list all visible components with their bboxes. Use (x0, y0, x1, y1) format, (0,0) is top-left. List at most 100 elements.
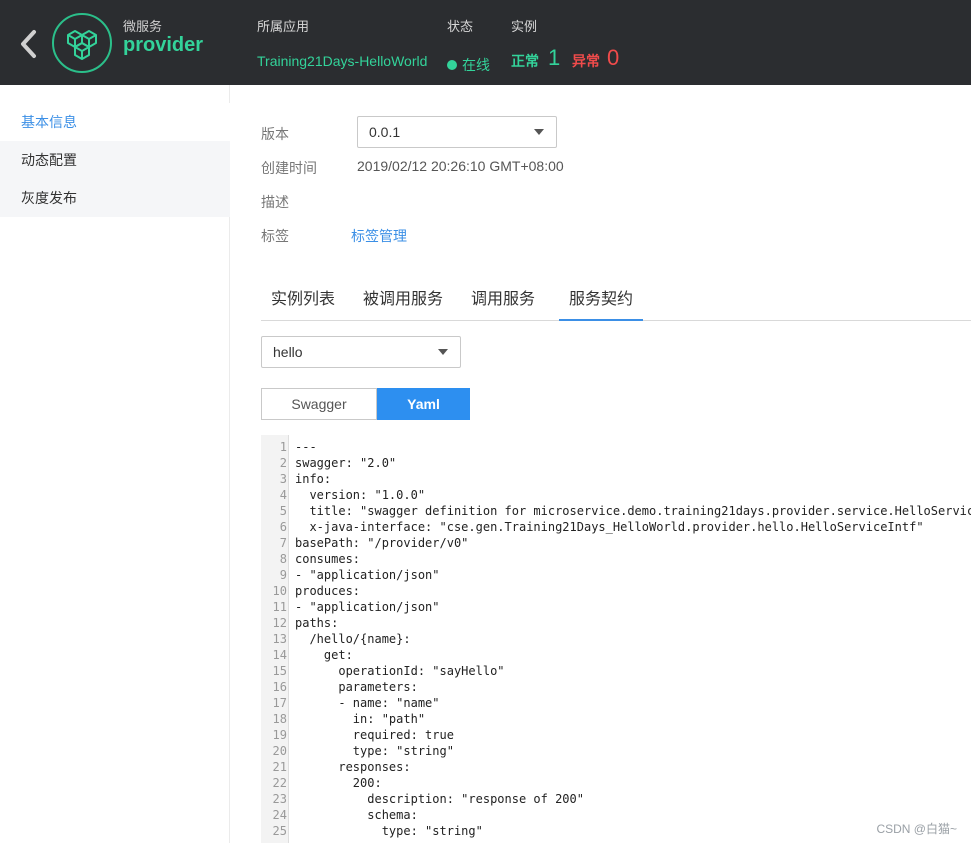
line-number: 16 (272, 680, 287, 694)
code-line: 1 --- (261, 439, 971, 455)
code-text: swagger: "2.0" (295, 456, 397, 470)
line-number: 21 (272, 760, 287, 774)
line-number: 13 (272, 632, 287, 646)
detail-tabs: 实例列表 被调用服务 调用服务 服务契约 (261, 285, 971, 321)
line-number: 18 (272, 712, 287, 726)
code-text: in: "path" (295, 712, 426, 726)
tab-calling-services[interactable]: 调用服务 (461, 285, 545, 321)
code-text: title: "swagger definition for microserv… (295, 504, 971, 518)
code-text: get: (295, 648, 353, 662)
normal-count: 1 (548, 45, 561, 70)
service-name: provider (123, 34, 204, 56)
line-number: 7 (279, 536, 287, 550)
app-label: 所属应用 (257, 19, 310, 34)
code-text: schema: (295, 808, 418, 822)
code-text: x-java-interface: "cse.gen.Training21Day… (295, 520, 924, 534)
chevron-down-icon (534, 129, 544, 135)
chevron-down-icon (438, 349, 448, 355)
code-text: parameters: (295, 680, 418, 694)
watermark: CSDN @白猫~ (876, 822, 957, 836)
code-text: type: "string" (295, 824, 483, 838)
online-dot-icon (447, 60, 457, 70)
code-line: 5 title: "swagger definition for microse… (261, 503, 971, 519)
code-text: description: "response of 200" (295, 792, 584, 806)
code-line: 11 - "application/json" (261, 599, 971, 615)
schema-value: hello (273, 344, 303, 360)
schema-select[interactable]: hello (261, 336, 461, 368)
code-line: 23 description: "response of 200" (261, 791, 971, 807)
line-number: 22 (272, 776, 287, 790)
code-line: 8 consumes: (261, 551, 971, 567)
code-text: version: "1.0.0" (295, 488, 426, 502)
back-chevron-icon[interactable] (18, 28, 40, 60)
line-number: 10 (272, 584, 287, 598)
code-text: - name: "name" (295, 696, 440, 710)
yaml-toggle-button[interactable]: Yaml (377, 388, 470, 420)
sidebar: 基本信息 动态配置 灰度发布 (0, 85, 230, 843)
line-number: 8 (279, 552, 287, 566)
code-line: 10 produces: (261, 583, 971, 599)
code-line: 12 paths: (261, 615, 971, 631)
microservice-logo-icon (52, 13, 112, 73)
code-text: - "application/json" (295, 568, 440, 582)
line-number: 12 (272, 616, 287, 630)
abnormal-label: 异常 (572, 53, 600, 69)
service-header: 微服务 provider 所属应用 Training21Days-HelloWo… (0, 0, 971, 85)
code-line: 20 type: "string" (261, 743, 971, 759)
code-line: 6 x-java-interface: "cse.gen.Training21D… (261, 519, 971, 535)
version-select[interactable]: 0.0.1 (357, 116, 557, 148)
line-number: 19 (272, 728, 287, 742)
line-number: 25 (272, 824, 287, 838)
yaml-code-viewer[interactable]: 1 --- 2 swagger: "2.0" 3 info: 4 version: "1.0… (261, 435, 971, 843)
line-number: 11 (272, 600, 287, 614)
code-line: 25 type: "string" (261, 823, 971, 839)
line-number: 6 (279, 520, 287, 534)
code-line: 3 info: (261, 471, 971, 487)
code-text: info: (295, 472, 332, 486)
line-number: 14 (272, 648, 287, 662)
line-number: 23 (272, 792, 287, 806)
sidebar-item-dynamic-config[interactable]: 动态配置 (0, 141, 230, 179)
code-line: 22 200: (261, 775, 971, 791)
swagger-toggle-button[interactable]: Swagger (261, 388, 377, 420)
main-content: 版本 0.0.1 创建时间 2019/02/12 20:26:10 GMT+08… (231, 85, 971, 843)
line-number: 3 (279, 472, 287, 486)
code-text: responses: (295, 760, 411, 774)
tag-management-link[interactable]: 标签管理 (351, 226, 407, 246)
code-text: /hello/{name}: (295, 632, 411, 646)
code-text: type: "string" (295, 744, 454, 758)
tab-instance-list[interactable]: 实例列表 (261, 285, 345, 321)
code-line: 17 - name: "name" (261, 695, 971, 711)
code-line: 9 - "application/json" (261, 567, 971, 583)
code-line: 18 in: "path" (261, 711, 971, 727)
line-number: 24 (272, 808, 287, 822)
status-value: 在线 (462, 57, 490, 73)
sidebar-item-gray-release[interactable]: 灰度发布 (0, 179, 230, 217)
code-line: 2 swagger: "2.0" (261, 455, 971, 471)
line-number: 1 (279, 440, 287, 454)
service-label: 微服务 (123, 19, 163, 34)
sidebar-item-basic-info[interactable]: 基本信息 (0, 103, 230, 141)
code-text: consumes: (295, 552, 361, 566)
code-text: paths: (295, 616, 339, 630)
normal-label: 正常 (511, 53, 539, 69)
status-badge: 在线 (447, 55, 490, 75)
tab-called-services[interactable]: 被调用服务 (355, 285, 451, 321)
tab-service-contract[interactable]: 服务契约 (559, 285, 643, 321)
code-line: 7 basePath: "/provider/v0" (261, 535, 971, 551)
line-number: 5 (279, 504, 287, 518)
line-number: 9 (279, 568, 287, 582)
app-link[interactable]: Training21Days-HelloWorld (257, 53, 429, 69)
line-number: 15 (272, 664, 287, 678)
code-line: 15 operationId: "sayHello" (261, 663, 971, 679)
code-line: 24 schema: (261, 807, 971, 823)
version-value: 0.0.1 (369, 124, 401, 140)
abnormal-count: 0 (607, 45, 620, 70)
line-number: 20 (272, 744, 287, 758)
version-label: 版本 (261, 126, 289, 142)
line-number: 4 (279, 488, 287, 502)
code-text: 200: (295, 776, 382, 790)
code-text: produces: (295, 584, 361, 598)
tags-label: 标签 (261, 228, 289, 244)
code-text: operationId: "sayHello" (295, 664, 505, 678)
